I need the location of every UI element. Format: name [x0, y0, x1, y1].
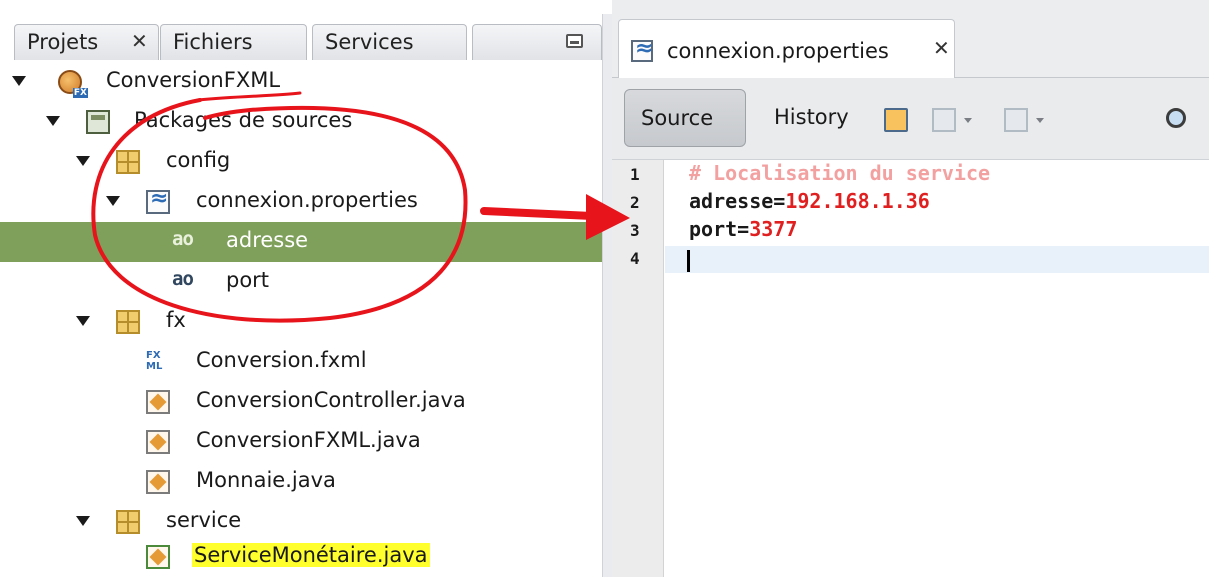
editor-tab-title: connexion.properties — [667, 39, 889, 63]
projects-panel: Projets ✕ Fichiers Services ConversionFX… — [0, 0, 612, 577]
tree-node-label: adresse — [226, 228, 309, 252]
comment-text: # Localisation du service — [689, 161, 991, 185]
tree-node-properties-file[interactable]: connexion.properties — [0, 182, 602, 222]
package-icon — [116, 150, 140, 174]
editor-toolbar: Source History — [612, 78, 1209, 160]
java-file-icon — [146, 390, 170, 414]
tree-node-label: config — [166, 148, 231, 172]
back-icon[interactable] — [932, 108, 956, 132]
expand-arrow-icon[interactable] — [76, 316, 90, 326]
editor-tabstrip: connexion.properties ✕ — [612, 0, 1209, 78]
tree-node-fxml-file[interactable]: FX ML Conversion.fxml — [0, 342, 602, 382]
tree-node-label: service — [166, 508, 242, 532]
source-button[interactable]: Source — [624, 89, 746, 147]
tab-services[interactable]: Services — [312, 24, 467, 60]
code-line-comment: # Localisation du service — [689, 161, 990, 185]
tab-fichiers-label: Fichiers — [173, 30, 253, 54]
property-separator: = — [773, 189, 786, 213]
property-key-icon: ao — [172, 228, 194, 250]
chevron-down-icon[interactable] — [964, 118, 972, 123]
tree-node-label: ConversionFXML.java — [196, 428, 421, 452]
tree-node-package-config[interactable]: config — [0, 142, 602, 182]
package-icon — [116, 510, 140, 534]
forward-icon[interactable] — [1004, 108, 1028, 132]
editor-panel: connexion.properties ✕ Source History 1 … — [612, 0, 1209, 577]
line-number: 2 — [630, 193, 640, 212]
close-icon[interactable]: ✕ — [131, 29, 148, 53]
property-key-icon: ao — [172, 268, 194, 290]
last-edit-icon[interactable] — [884, 108, 908, 132]
close-icon[interactable]: ✕ — [933, 36, 950, 60]
tab-fichiers[interactable]: Fichiers — [160, 24, 307, 60]
chevron-down-icon[interactable] — [1036, 118, 1044, 123]
tree-node-java-file[interactable]: Monnaie.java — [0, 462, 602, 502]
source-packages-icon — [86, 110, 110, 134]
line-number: 4 — [630, 249, 640, 268]
tree-node-package-fx[interactable]: fx — [0, 302, 602, 342]
property-key: port — [689, 217, 738, 241]
editor-tab-connexion-properties[interactable]: connexion.properties ✕ — [618, 19, 955, 78]
tree-node-label: port — [226, 268, 270, 292]
tree-node-label: ConversionFXML — [106, 68, 281, 92]
expand-arrow-icon[interactable] — [46, 116, 60, 126]
minimize-icon[interactable] — [566, 34, 583, 48]
line-number-gutter: 1 2 3 4 — [612, 160, 664, 577]
tree-node-java-file[interactable]: ConversionFXML.java — [0, 422, 602, 462]
tree-node-label: Monnaie.java — [196, 468, 336, 492]
code-line-adresse: adresse=192.168.1.36 — [689, 189, 930, 213]
java-file-icon — [146, 430, 170, 454]
tab-services-label: Services — [325, 30, 414, 54]
expand-arrow-icon[interactable] — [76, 156, 90, 166]
projects-tabbar: Projets ✕ Fichiers Services — [0, 14, 612, 60]
package-icon — [116, 310, 140, 334]
property-value: 3377 — [749, 217, 798, 241]
tree-node-label: fx — [166, 308, 186, 332]
tree-node-label: Conversion.fxml — [196, 348, 367, 372]
project-icon — [58, 70, 88, 98]
tree-node-project[interactable]: ConversionFXML — [0, 62, 602, 102]
history-button[interactable]: History — [762, 89, 872, 147]
tab-projets[interactable]: Projets ✕ — [14, 24, 159, 60]
tree-node-java-main-file[interactable]: ServiceMonétaire.java — [0, 537, 602, 577]
current-line-highlight — [665, 246, 1209, 273]
line-number: 3 — [630, 221, 640, 240]
property-key: adresse — [689, 189, 774, 213]
tree-node-label: Packages de sources — [134, 108, 353, 132]
search-icon[interactable] — [1166, 108, 1186, 128]
properties-file-icon — [631, 36, 653, 62]
java-file-icon — [146, 470, 170, 494]
property-separator: = — [737, 217, 750, 241]
java-main-file-icon — [146, 545, 170, 569]
expand-arrow-icon[interactable] — [106, 196, 120, 206]
tree-node-label: connexion.properties — [196, 188, 418, 212]
panel-splitter[interactable] — [602, 14, 612, 577]
line-number: 1 — [630, 165, 640, 184]
expand-arrow-icon[interactable] — [12, 76, 26, 86]
fxml-file-icon: FX ML — [146, 350, 170, 374]
text-caret — [687, 250, 690, 272]
tree-node-source-packages[interactable]: Packages de sources — [0, 102, 602, 142]
tree-node-label: ConversionController.java — [196, 388, 466, 412]
tree-node-java-file[interactable]: ConversionController.java — [0, 382, 602, 422]
properties-file-icon — [146, 186, 170, 214]
code-editor[interactable]: # Localisation du service adresse=192.16… — [665, 160, 1209, 577]
expand-arrow-icon[interactable] — [76, 516, 90, 526]
tree-node-package-service[interactable]: service — [0, 502, 602, 542]
code-line-port: port=3377 — [689, 217, 797, 241]
tree-node-property-port[interactable]: ao port — [0, 262, 602, 302]
tree-node-property-adresse[interactable]: ao adresse — [0, 222, 602, 262]
tab-projets-label: Projets — [27, 30, 99, 54]
property-value: 192.168.1.36 — [785, 189, 930, 213]
tree-node-label: ServiceMonétaire.java — [192, 543, 430, 567]
